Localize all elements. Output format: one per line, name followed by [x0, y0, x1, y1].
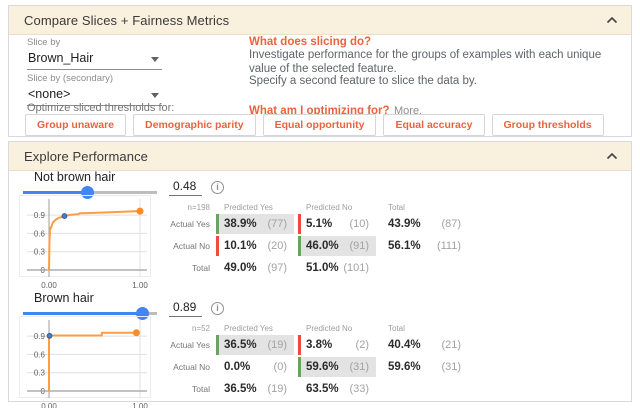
slice-by-value: Brown_Hair: [28, 51, 93, 65]
svg-text:0.9: 0.9: [34, 332, 46, 341]
cell-predicted-yes-total: 49.0% (97): [216, 258, 294, 278]
col-header: Total: [380, 324, 468, 333]
explore-performance-title: Explore Performance: [24, 149, 148, 164]
slice-name: Brown hair: [34, 291, 94, 305]
secondary-help-text: Specify a second feature to slice the da…: [249, 74, 609, 88]
cell-actual-no-total: 59.6% (31): [380, 357, 468, 377]
cell-actual-yes-total: 40.4% (21): [380, 335, 468, 355]
explore-performance-card: Explore Performance Not brown hair i 00.…: [8, 141, 632, 402]
col-header: Predicted No: [298, 324, 376, 333]
cell-false-negative: 5.1% (10): [298, 214, 376, 234]
confusion-matrix: n=198 Predicted Yes Predicted No Total A…: [164, 203, 468, 278]
cell-true-positive: 36.5% (19): [216, 335, 294, 355]
slicing-help-text: Investigate performance for the groups o…: [249, 48, 609, 76]
threshold-input[interactable]: [169, 178, 202, 196]
chevron-up-icon[interactable]: [606, 152, 618, 160]
col-header: Total: [380, 203, 468, 212]
slice-block-not-brown-hair: Not brown hair i 00.30.60.90.001.00 n=19…: [9, 168, 631, 298]
compare-slices-header: Compare Slices + Fairness Metrics: [9, 6, 631, 35]
cell-true-negative: 46.0% (91): [298, 236, 376, 256]
slice-by-field: Slice by Brown_Hair: [27, 37, 162, 70]
slicing-help-title: What does slicing do?: [249, 36, 609, 48]
svg-text:0.9: 0.9: [34, 211, 46, 220]
cell-true-negative: 59.6% (31): [298, 357, 376, 377]
threshold-input[interactable]: [169, 299, 202, 317]
svg-text:0.6: 0.6: [34, 229, 46, 238]
svg-text:0.3: 0.3: [34, 248, 46, 257]
fairness-buttons-row: Group unaware Demographic parity Equal o…: [25, 114, 604, 136]
slice-block-brown-hair: Brown hair i 00.30.60.90.001.00 n=52 Pre…: [9, 289, 631, 408]
compare-slices-title: Compare Slices + Fairness Metrics: [24, 13, 229, 28]
sample-count: n=198: [164, 203, 212, 212]
equal-accuracy-button[interactable]: Equal accuracy: [383, 114, 484, 136]
slicing-help: What does slicing do? Investigate perfor…: [249, 36, 609, 76]
slider-fill: [23, 191, 87, 194]
slice-secondary-label: Slice by (secondary): [27, 73, 162, 84]
cell-actual-no-total: 56.1% (111): [380, 236, 468, 256]
threshold-control: i: [169, 178, 224, 196]
svg-text:0.6: 0.6: [34, 350, 46, 359]
dropdown-arrow-icon: [151, 57, 159, 62]
slice-by-select[interactable]: Brown_Hair: [27, 48, 162, 70]
cell-false-positive: 10.1% (20): [216, 236, 294, 256]
svg-text:1.00: 1.00: [132, 402, 148, 408]
what-if-tool-performance-panel: Compare Slices + Fairness Metrics Slice …: [0, 0, 640, 408]
row-label: Total: [164, 263, 212, 273]
group-thresholds-button[interactable]: Group thresholds: [492, 114, 604, 136]
explore-performance-header: Explore Performance: [9, 142, 631, 171]
demographic-parity-button[interactable]: Demographic parity: [133, 114, 256, 136]
slice-by-label: Slice by: [27, 37, 162, 48]
slice-secondary-value: <none>: [28, 87, 70, 101]
cell-actual-yes-total: 43.9% (87): [380, 214, 468, 234]
cell-predicted-no-total: 51.0% (101): [298, 258, 376, 278]
roc-chart: 00.30.60.90.001.00: [19, 316, 151, 408]
col-header: Predicted Yes: [216, 203, 294, 212]
cell-false-positive: 0.0% (0): [216, 357, 294, 377]
group-unaware-button[interactable]: Group unaware: [25, 114, 126, 136]
info-icon[interactable]: i: [211, 181, 224, 194]
row-label: Actual Yes: [164, 219, 212, 229]
slice-name: Not brown hair: [34, 170, 115, 184]
row-label: Actual Yes: [164, 340, 212, 350]
compare-slices-card: Compare Slices + Fairness Metrics Slice …: [8, 5, 632, 137]
row-label: Total: [164, 384, 212, 394]
confusion-matrix: n=52 Predicted Yes Predicted No Total Ac…: [164, 324, 468, 399]
col-header: Predicted Yes: [216, 324, 294, 333]
slider-fill: [23, 312, 142, 315]
sample-count: n=52: [164, 324, 212, 333]
row-label: Actual No: [164, 362, 212, 372]
dropdown-arrow-icon: [151, 93, 159, 98]
cell-predicted-no-total: 63.5% (33): [298, 379, 376, 399]
cell-false-negative: 3.8% (2): [298, 335, 376, 355]
equal-opportunity-button[interactable]: Equal opportunity: [263, 114, 377, 136]
roc-chart: 00.30.60.90.001.00: [19, 195, 151, 292]
info-icon[interactable]: i: [211, 302, 224, 315]
threshold-control: i: [169, 299, 224, 317]
cell-true-positive: 38.9% (77): [216, 214, 294, 234]
col-header: Predicted No: [298, 203, 376, 212]
svg-text:0.3: 0.3: [34, 369, 46, 378]
optimize-thresholds-label: Optimize sliced thresholds for:: [27, 102, 174, 114]
row-label: Actual No: [164, 241, 212, 251]
cell-predicted-yes-total: 36.5% (19): [216, 379, 294, 399]
chevron-up-icon[interactable]: [606, 16, 618, 24]
svg-text:0.00: 0.00: [41, 402, 57, 408]
